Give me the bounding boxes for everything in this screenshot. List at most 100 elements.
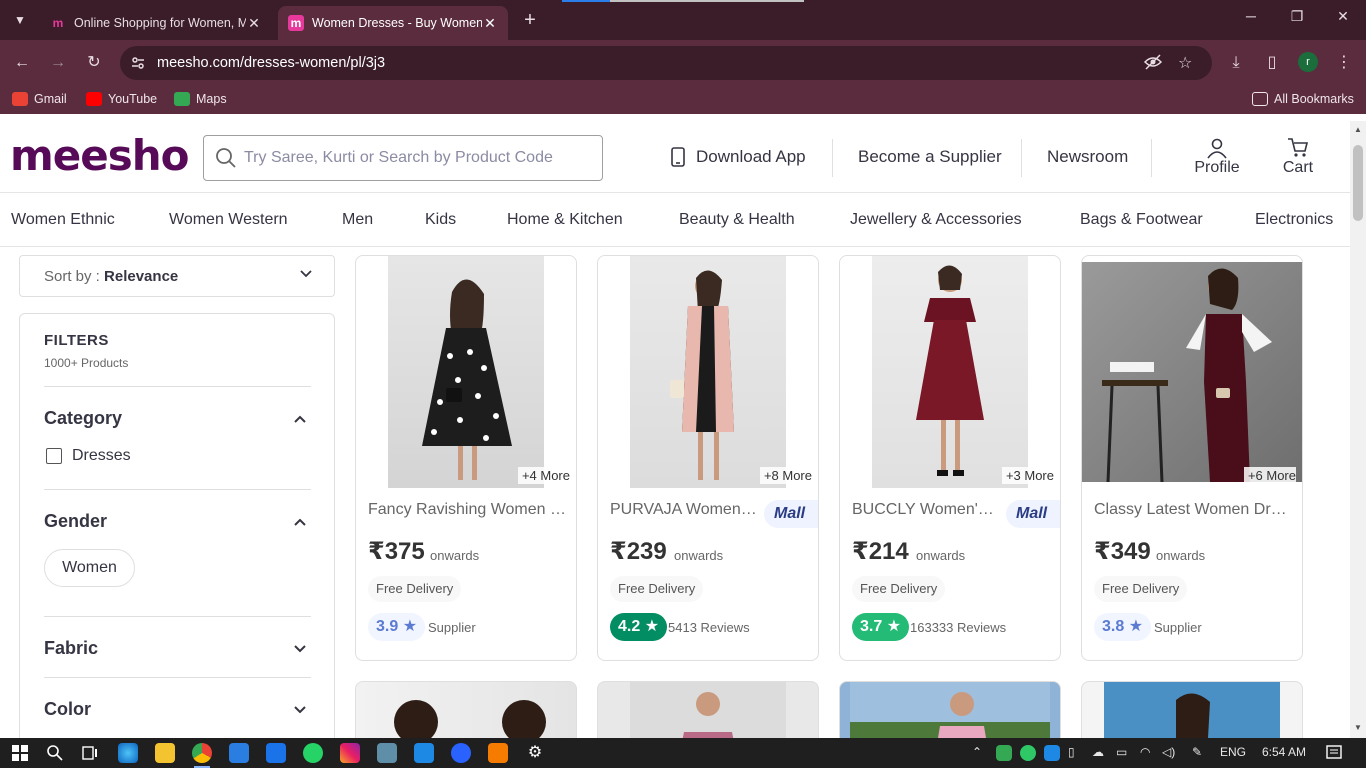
sort-dropdown[interactable]: Sort by : Relevance	[19, 255, 335, 297]
tab-search-chevron-icon[interactable]: ▼	[6, 8, 34, 32]
scroll-down-icon[interactable]: ▼	[1354, 723, 1362, 732]
restore-icon[interactable]: ❐	[1282, 8, 1312, 25]
product-name[interactable]: PURVAJA Women Dresses	[610, 501, 758, 519]
more-variants[interactable]: +3 More	[1001, 467, 1054, 484]
product-card[interactable]: +6 More Classy Latest Women Dresses ₹349…	[1081, 255, 1303, 661]
close-tab-icon[interactable]: ✕	[246, 15, 262, 32]
product-name[interactable]: Fancy Ravishing Women Dresses	[368, 501, 568, 519]
volume-icon[interactable]: ◁)	[1162, 745, 1175, 759]
tab-women-dresses[interactable]: m Women Dresses - Buy Women D ✕	[278, 6, 508, 40]
address-bar[interactable]: meesho.com/dresses-women/pl/3j3 ☆	[120, 46, 1212, 80]
forward-arrow-icon[interactable]: →	[46, 52, 70, 74]
scroll-up-icon[interactable]: ▲	[1354, 125, 1362, 134]
minimize-icon[interactable]: ─	[1236, 8, 1266, 24]
mail-icon[interactable]	[266, 743, 286, 763]
reload-icon[interactable]: ↻	[82, 52, 106, 74]
chevron-up-icon[interactable]	[293, 515, 307, 529]
product-name[interactable]: BUCCLY Women's Dresses	[852, 501, 1000, 519]
app-icon[interactable]	[377, 743, 397, 763]
category-bags-footwear[interactable]: Bags & Footwear	[1080, 211, 1203, 229]
pen-icon[interactable]: ✎	[1192, 745, 1202, 759]
file-explorer-icon[interactable]	[155, 743, 175, 763]
clock[interactable]: 6:54 AM	[1262, 745, 1306, 759]
task-view-icon[interactable]	[80, 743, 100, 763]
battery-icon[interactable]: ▭	[1116, 745, 1127, 759]
product-image[interactable]	[388, 256, 544, 488]
more-variants[interactable]: +4 More	[517, 467, 570, 484]
bookmark-maps[interactable]: Maps	[174, 92, 227, 106]
instagram-icon[interactable]	[340, 743, 360, 763]
become-supplier-link[interactable]: Become a Supplier	[858, 147, 1002, 167]
settings-gear-icon[interactable]: ⚙	[525, 743, 545, 763]
category-women-western[interactable]: Women Western	[169, 211, 288, 229]
download-app-link[interactable]: Download App	[670, 147, 806, 167]
product-card-partial[interactable]	[355, 681, 577, 738]
gender-women-chip[interactable]: Women	[44, 549, 135, 587]
chrome-icon[interactable]	[192, 743, 212, 763]
product-card-partial[interactable]	[1081, 681, 1303, 738]
tray-phone-icon[interactable]: ▯	[1068, 745, 1075, 759]
bookmark-youtube[interactable]: YouTube	[86, 92, 157, 106]
filter-category-header[interactable]: Category	[44, 408, 122, 429]
store-icon[interactable]	[229, 743, 249, 763]
wifi-icon[interactable]: ◠	[1140, 745, 1150, 759]
site-info-icon[interactable]	[130, 55, 146, 74]
tray-check-icon[interactable]	[1020, 745, 1036, 761]
page-scrollbar[interactable]: ▲ ▼	[1350, 121, 1366, 738]
dresses-checkbox[interactable]	[46, 448, 62, 464]
product-name[interactable]: Classy Latest Women Dresses	[1094, 501, 1294, 519]
category-women-ethnic[interactable]: Women Ethnic	[11, 211, 115, 229]
edge-icon[interactable]	[118, 743, 138, 763]
cart-button[interactable]: Cart	[1278, 137, 1318, 177]
chevron-down-icon[interactable]	[293, 642, 307, 656]
product-image[interactable]	[630, 256, 786, 488]
product-card[interactable]: +4 More Fancy Ravishing Women Dresses ₹3…	[355, 255, 577, 661]
kebab-menu-icon[interactable]: ⋮	[1332, 52, 1356, 74]
whatsapp-icon[interactable]	[303, 743, 323, 763]
onedrive-cloud-icon[interactable]: ☁	[1092, 745, 1104, 759]
profile-avatar[interactable]: r	[1298, 52, 1318, 72]
search-icon[interactable]	[45, 743, 65, 763]
side-panel-icon[interactable]: ▯	[1260, 52, 1284, 74]
filter-fabric-header[interactable]: Fabric	[44, 638, 98, 659]
product-card-partial[interactable]	[597, 681, 819, 738]
close-window-icon[interactable]: ✕	[1328, 8, 1358, 25]
vscode-icon[interactable]	[414, 743, 434, 763]
category-electronics[interactable]: Electronics	[1255, 211, 1333, 229]
all-bookmarks[interactable]: All Bookmarks	[1252, 92, 1354, 106]
notification-icon[interactable]	[1324, 743, 1344, 763]
language-indicator[interactable]: ENG	[1220, 745, 1246, 759]
chevron-down-icon[interactable]	[293, 703, 307, 717]
category-beauty-health[interactable]: Beauty & Health	[679, 211, 795, 229]
product-card[interactable]: +8 More PURVAJA Women Dresses Mall ₹239 …	[597, 255, 819, 661]
category-kids[interactable]: Kids	[425, 211, 456, 229]
category-men[interactable]: Men	[342, 211, 373, 229]
url-text[interactable]: meesho.com/dresses-women/pl/3j3	[157, 55, 385, 71]
profile-button[interactable]: Profile	[1190, 137, 1244, 177]
scrollbar-thumb[interactable]	[1353, 145, 1363, 221]
product-card[interactable]: +3 More BUCCLY Women's Dresses Mall ₹214…	[839, 255, 1061, 661]
jupyter-icon[interactable]	[488, 743, 508, 763]
tray-chevron-up-icon[interactable]: ⌃	[972, 745, 982, 759]
product-image[interactable]	[872, 256, 1028, 488]
bookmark-gmail[interactable]: Gmail	[12, 92, 67, 106]
chevron-up-icon[interactable]	[293, 412, 307, 426]
filter-gender-header[interactable]: Gender	[44, 511, 107, 532]
more-variants[interactable]: +8 More	[759, 467, 812, 484]
windows-start-icon[interactable]	[10, 743, 30, 763]
close-tab-icon[interactable]: ✕	[482, 15, 498, 32]
meesho-logo[interactable]: meesho	[10, 131, 189, 180]
newsroom-link[interactable]: Newsroom	[1047, 147, 1128, 167]
eye-off-icon[interactable]	[1143, 53, 1163, 76]
more-variants[interactable]: +6 More	[1243, 467, 1296, 484]
search-input[interactable]: Try Saree, Kurti or Search by Product Co…	[203, 135, 603, 181]
tray-app-icon[interactable]	[1044, 745, 1060, 761]
category-home-kitchen[interactable]: Home & Kitchen	[507, 211, 623, 229]
download-icon[interactable]: ⤓	[1224, 52, 1248, 74]
product-image[interactable]	[1082, 262, 1302, 483]
tab-online-shopping[interactable]: m Online Shopping for Women, M ✕	[40, 6, 272, 40]
filter-color-header[interactable]: Color	[44, 699, 91, 720]
tray-app-icon[interactable]	[996, 745, 1012, 761]
product-card-partial[interactable]	[839, 681, 1061, 738]
category-jewellery[interactable]: Jewellery & Accessories	[850, 211, 1022, 229]
